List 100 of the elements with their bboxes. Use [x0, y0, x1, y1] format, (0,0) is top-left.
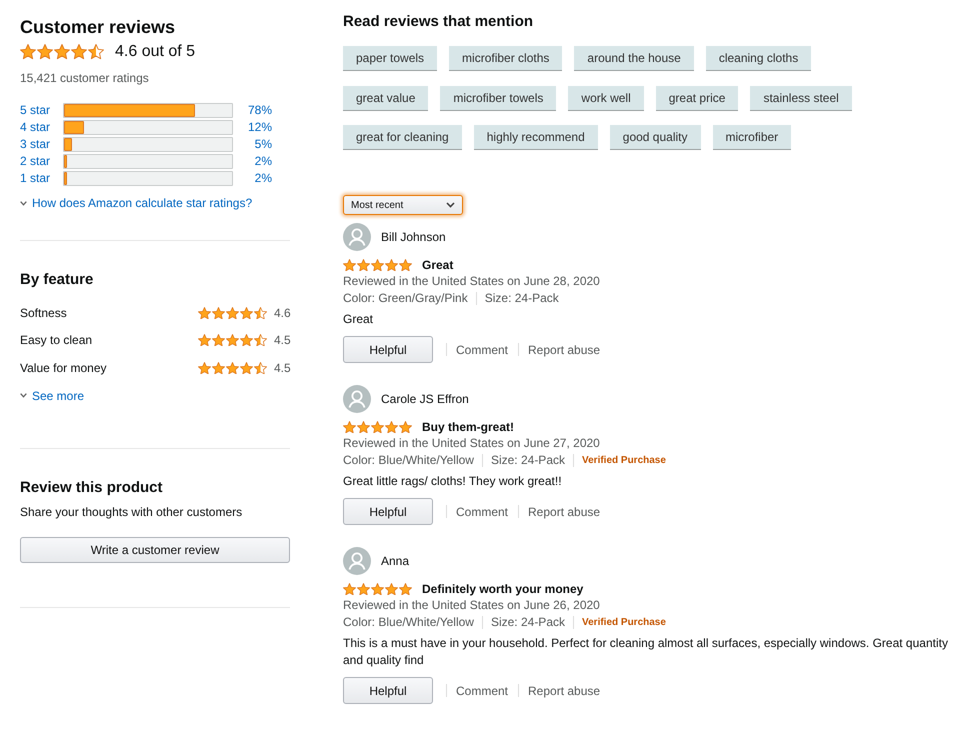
mention-tag[interactable]: microfiber — [712, 125, 792, 150]
reviewer-name: Carole JS Effron — [381, 391, 469, 407]
review-action-link[interactable]: Comment — [456, 342, 508, 358]
star-icon — [240, 362, 253, 374]
star-icon — [198, 334, 211, 346]
review-action-link[interactable]: Comment — [456, 682, 508, 698]
star-icon — [343, 582, 356, 596]
review-date: Reviewed in the United States on June 26, 2020 — [343, 597, 600, 614]
star-filter-link[interactable]: 2 star — [20, 153, 63, 169]
star-icon — [226, 334, 239, 346]
feature-rating-value: 4.5 — [274, 360, 290, 376]
feature-name: Value for money — [20, 360, 106, 376]
write-review-button[interactable]: Write a customer review — [20, 536, 290, 562]
percent-link[interactable]: 12% — [248, 119, 272, 135]
ratings-count-link[interactable]: 15,421 customer ratings — [20, 70, 149, 86]
star-icon — [212, 334, 225, 346]
helpful-button[interactable]: Helpful — [343, 498, 433, 525]
mention-tag[interactable]: microfiber cloths — [449, 46, 562, 71]
star-icon — [226, 306, 239, 319]
sort-dropdown[interactable]: Most recent — [343, 195, 463, 215]
review-action-link[interactable]: Report abuse — [528, 342, 600, 358]
mention-tag[interactable]: cleaning cloths — [706, 46, 812, 71]
chevron-icon — [20, 393, 27, 398]
star-icon — [198, 306, 211, 319]
review-date: Reviewed in the United States on June 28, 2020 — [343, 273, 600, 290]
star-filter-link[interactable]: 5 star — [20, 102, 63, 118]
review-title-link[interactable]: Definitely worth your money — [422, 581, 584, 597]
star-icon — [37, 44, 53, 60]
mention-tag[interactable]: work well — [568, 86, 644, 110]
mention-tag[interactable]: stainless steel — [750, 86, 852, 110]
review-date: Reviewed in the United States on June 27, 2020 — [343, 435, 600, 452]
review-action-link[interactable]: Report abuse — [528, 682, 600, 698]
feature-name: Easy to clean — [20, 332, 92, 348]
mention-tag[interactable]: great price — [656, 86, 738, 110]
feature-rating-value: 4.6 — [274, 304, 290, 321]
mention-tag[interactable]: great for cleaning — [343, 125, 462, 150]
percent-link[interactable]: 5% — [254, 136, 272, 152]
mention-tag[interactable]: around the house — [574, 46, 694, 71]
star-icon — [371, 420, 384, 434]
percent-link[interactable]: 2% — [254, 153, 272, 169]
star-icon — [385, 582, 398, 596]
mention-tag[interactable]: paper towels — [343, 46, 438, 71]
star-icon — [385, 420, 398, 434]
mention-tag[interactable]: great value — [343, 86, 428, 110]
star-icon — [357, 420, 370, 434]
review-size: Size: 24-Pack — [484, 290, 559, 307]
feature-rating-value: 4.5 — [274, 332, 290, 348]
star-ratings-info-link[interactable]: How does Amazon calculate star ratings? — [20, 195, 252, 211]
section-title: Read reviews that mention — [343, 12, 534, 32]
avatar-icon — [343, 385, 371, 413]
avatar-icon — [343, 547, 371, 575]
star-icon — [385, 258, 398, 272]
helpful-button[interactable]: Helpful — [343, 336, 433, 363]
review-action-link[interactable]: Comment — [456, 504, 508, 520]
star-icon — [343, 420, 356, 434]
review-title-link[interactable]: Great — [422, 257, 454, 273]
review-size: Size: 24-Pack — [490, 452, 565, 469]
star-icon — [343, 258, 356, 272]
see-more-link[interactable]: See more — [20, 388, 84, 404]
star-icon — [399, 420, 412, 434]
avatar-icon — [343, 223, 371, 251]
review-title-link[interactable]: Buy them-great! — [422, 419, 514, 435]
verified-purchase-label: Verified Purchase — [582, 454, 666, 468]
caret-icon — [446, 202, 455, 208]
helpful-button[interactable]: Helpful — [343, 677, 433, 704]
mention-tag[interactable]: good quality — [610, 125, 700, 150]
section-title: Review this product — [20, 478, 163, 498]
half-star-icon — [88, 44, 104, 60]
star-icon — [357, 258, 370, 272]
half-star-icon — [254, 362, 267, 374]
review-action-link[interactable]: Report abuse — [528, 504, 600, 520]
star-icon — [212, 362, 225, 374]
star-icon — [71, 44, 87, 60]
review-text: Great little rags/ cloths! They work great!! — [343, 473, 562, 490]
mention-tag[interactable]: highly recommend — [474, 125, 598, 150]
star-icon — [226, 362, 239, 374]
half-star-icon — [254, 306, 267, 319]
star-icon — [357, 582, 370, 596]
percent-link[interactable]: 78% — [248, 102, 272, 118]
percent-link[interactable]: 2% — [254, 170, 272, 186]
review-variant: Color: Blue/White/Yellow — [343, 614, 474, 631]
chevron-icon — [20, 200, 27, 206]
rating-summary: 4.6 out of 5 — [115, 42, 196, 62]
section-subtitle: Share your thoughts with other customers — [20, 504, 242, 520]
star-icon — [54, 44, 70, 60]
star-icon — [371, 582, 384, 596]
section-title: By feature — [20, 270, 94, 290]
review-text: This is a must have in your household. Perfect for cleaning almost all surfaces, especially windows. Great quantity and quality find — [343, 635, 949, 669]
half-star-icon — [254, 334, 267, 346]
review-variant: Color: Green/Gray/Pink — [343, 290, 468, 307]
star-filter-link[interactable]: 1 star — [20, 170, 63, 186]
review-text: Great — [343, 311, 374, 328]
section-title: Customer reviews — [20, 16, 176, 39]
mention-tag[interactable]: microfiber towels — [440, 86, 556, 110]
reviewer-name: Bill Johnson — [381, 229, 446, 245]
feature-name: Softness — [20, 304, 67, 321]
star-filter-link[interactable]: 3 star — [20, 136, 63, 152]
star-icon — [198, 362, 211, 374]
star-filter-link[interactable]: 4 star — [20, 119, 63, 135]
star-icon — [20, 44, 36, 60]
